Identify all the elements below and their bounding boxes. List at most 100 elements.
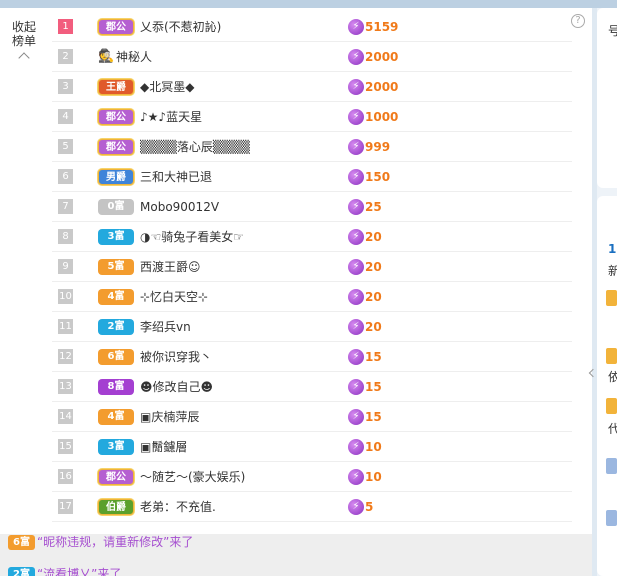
rank-badge: 2富 [98, 319, 134, 335]
rank-badge: 3富 [98, 229, 134, 245]
rank-badge: 郡公 [98, 109, 134, 125]
rank-badge: 0富 [98, 199, 134, 215]
leaderboard-row[interactable]: 3 王爵 ◆北冥墨◆ ⚡ 2000 [52, 72, 572, 102]
leaderboard-row[interactable]: 9 5富 西渡王爵☺ ⚡ 20 [52, 252, 572, 282]
leaderboard-row[interactable]: 2 🕵 神秘人 ⚡ 2000 [52, 42, 572, 72]
side-text: 号 [608, 24, 617, 38]
side-text: 新 [608, 264, 617, 278]
chevron-up-icon [18, 52, 30, 64]
lightning-coin-icon: ⚡ [348, 379, 364, 395]
user-name[interactable]: ▒▒▒▒落心辰▒▒▒▒ [140, 139, 250, 155]
leaderboard-row[interactable]: 11 2富 李绍兵vn ⚡ 20 [52, 312, 572, 342]
leaderboard-row[interactable]: 5 郡公 ▒▒▒▒落心辰▒▒▒▒ ⚡ 999 [52, 132, 572, 162]
badge-icon [606, 458, 617, 474]
user-name[interactable]: ～随艺～(豪大娱乐) [140, 469, 245, 485]
contribution-score: 2000 [365, 80, 399, 94]
contribution-score: 15 [365, 380, 382, 394]
rank-badge: 王爵 [98, 79, 134, 95]
rank-badge: 4富 [98, 409, 134, 425]
rank-number: 3 [58, 79, 73, 94]
leaderboard-panel: 收起 榜单 ? 1 郡公 乂忝(不惹初訫) ⚡ 5159 2 🕵 神秘人 ⚡ 2000 3 王爵 ◆北冥… [0, 8, 592, 534]
contribution-score: 999 [365, 140, 391, 154]
contribution-score: 2000 [365, 50, 399, 64]
rank-badge: 郡公 [98, 469, 134, 485]
rank-badge: 郡公 [98, 19, 134, 35]
rank-number: 16 [58, 469, 73, 484]
badge-icon [606, 348, 617, 364]
user-name[interactable]: 三和大神已退 [140, 169, 212, 185]
side-text: 代 [608, 422, 617, 436]
user-name[interactable]: 西渡王爵☺ [140, 259, 201, 275]
lightning-coin-icon: ⚡ [348, 499, 364, 515]
leaderboard-row[interactable]: 6 男爵 三和大神已退 ⚡ 150 [52, 162, 572, 192]
chat-feed: 6富 “昵称违规，请重新修改”来了 2富 “流看博乂”来了 [0, 534, 592, 576]
user-name[interactable]: 神秘人 [116, 49, 152, 65]
collapse-leaderboard-button[interactable]: 收起 榜单 [0, 20, 48, 64]
lightning-coin-icon: ⚡ [348, 79, 364, 95]
user-name[interactable]: ▣庆楠萍辰 [140, 409, 199, 425]
rank-badge: 6富 [98, 349, 134, 365]
user-name[interactable]: ▣鬜鑢層 [140, 439, 187, 455]
leaderboard-row[interactable]: 14 4富 ▣庆楠萍辰 ⚡ 15 [52, 402, 572, 432]
top-strip [0, 0, 617, 8]
rank-number: 15 [58, 439, 73, 454]
chat-line: 6富 “昵称违规，请重新修改”来了 [8, 534, 193, 550]
lightning-coin-icon: ⚡ [348, 469, 364, 485]
rank-number: 4 [58, 109, 73, 124]
user-name[interactable]: ♪★♪蓝天星 [140, 109, 202, 125]
user-name[interactable]: ☻修改自己☻ [140, 379, 213, 395]
user-name[interactable]: ◆北冥墨◆ [140, 79, 194, 95]
rank-number: 14 [58, 409, 73, 424]
lightning-coin-icon: ⚡ [348, 199, 364, 215]
user-name[interactable]: Mobo90012V [140, 199, 219, 215]
user-name[interactable]: 李绍兵vn [140, 319, 191, 335]
leaderboard-row[interactable]: 10 4富 ⊹忆白天空⊹ ⚡ 20 [52, 282, 572, 312]
lightning-coin-icon: ⚡ [348, 109, 364, 125]
user-name[interactable]: 老弟：不充值. [140, 499, 216, 515]
lightning-coin-icon: ⚡ [348, 169, 364, 185]
contribution-score: 20 [365, 290, 382, 304]
badge-icon [606, 290, 617, 306]
leaderboard-row[interactable]: 7 0富 Mobo90012V ⚡ 25 [52, 192, 572, 222]
rank-number: 2 [58, 49, 73, 64]
contribution-score: 20 [365, 320, 382, 334]
user-name[interactable]: ◑☜骑兔子看美女☞ [140, 229, 244, 245]
contribution-score: 15 [365, 410, 382, 424]
rank-badge: 4富 [98, 289, 134, 305]
leaderboard-row[interactable]: 8 3富 ◑☜骑兔子看美女☞ ⚡ 20 [52, 222, 572, 252]
user-name[interactable]: 乂忝(不惹初訫) [140, 19, 221, 35]
help-icon[interactable]: ? [571, 14, 585, 28]
leaderboard-row[interactable]: 4 郡公 ♪★♪蓝天星 ⚡ 1000 [52, 102, 572, 132]
user-name[interactable]: 被你识穿我丶 [140, 349, 212, 365]
side-text: 1 [608, 242, 617, 256]
rank-number: 13 [58, 379, 73, 394]
lightning-coin-icon: ⚡ [348, 139, 364, 155]
leaderboard-row[interactable]: 17 伯爵 老弟：不充值. ⚡ 5 [52, 492, 572, 522]
lightning-coin-icon: ⚡ [348, 439, 364, 455]
leaderboard-list: 1 郡公 乂忝(不惹初訫) ⚡ 5159 2 🕵 神秘人 ⚡ 2000 3 王爵 ◆北冥墨◆ ⚡ 2000 4… [52, 12, 572, 522]
badge-icon [606, 398, 617, 414]
leaderboard-row[interactable]: 16 郡公 ～随艺～(豪大娱乐) ⚡ 10 [52, 462, 572, 492]
mystery-user-icon: 🕵 [98, 49, 115, 64]
leaderboard-row[interactable]: 13 8富 ☻修改自己☻ ⚡ 15 [52, 372, 572, 402]
contribution-score: 20 [365, 230, 382, 244]
chat-message: “昵称违规，请重新修改”来了 [36, 535, 194, 549]
leaderboard-row[interactable]: 1 郡公 乂忝(不惹初訫) ⚡ 5159 [52, 12, 572, 42]
contribution-score: 10 [365, 440, 382, 454]
lightning-coin-icon: ⚡ [348, 49, 364, 65]
rank-badge: 郡公 [98, 139, 134, 155]
wealth-badge: 6富 [8, 535, 35, 550]
lightning-coin-icon: ⚡ [348, 409, 364, 425]
contribution-score: 150 [365, 170, 391, 184]
leaderboard-row[interactable]: 15 3富 ▣鬜鑢層 ⚡ 10 [52, 432, 572, 462]
contribution-score: 1000 [365, 110, 399, 124]
contribution-score: 10 [365, 470, 382, 484]
lightning-coin-icon: ⚡ [348, 229, 364, 245]
user-name[interactable]: ⊹忆白天空⊹ [140, 289, 208, 305]
rank-badge: 8富 [98, 379, 134, 395]
rank-number: 6 [58, 169, 73, 184]
rank-number: 7 [58, 199, 73, 214]
leaderboard-row[interactable]: 12 6富 被你识穿我丶 ⚡ 15 [52, 342, 572, 372]
contribution-score: 5 [365, 500, 374, 514]
rank-number: 9 [58, 259, 73, 274]
